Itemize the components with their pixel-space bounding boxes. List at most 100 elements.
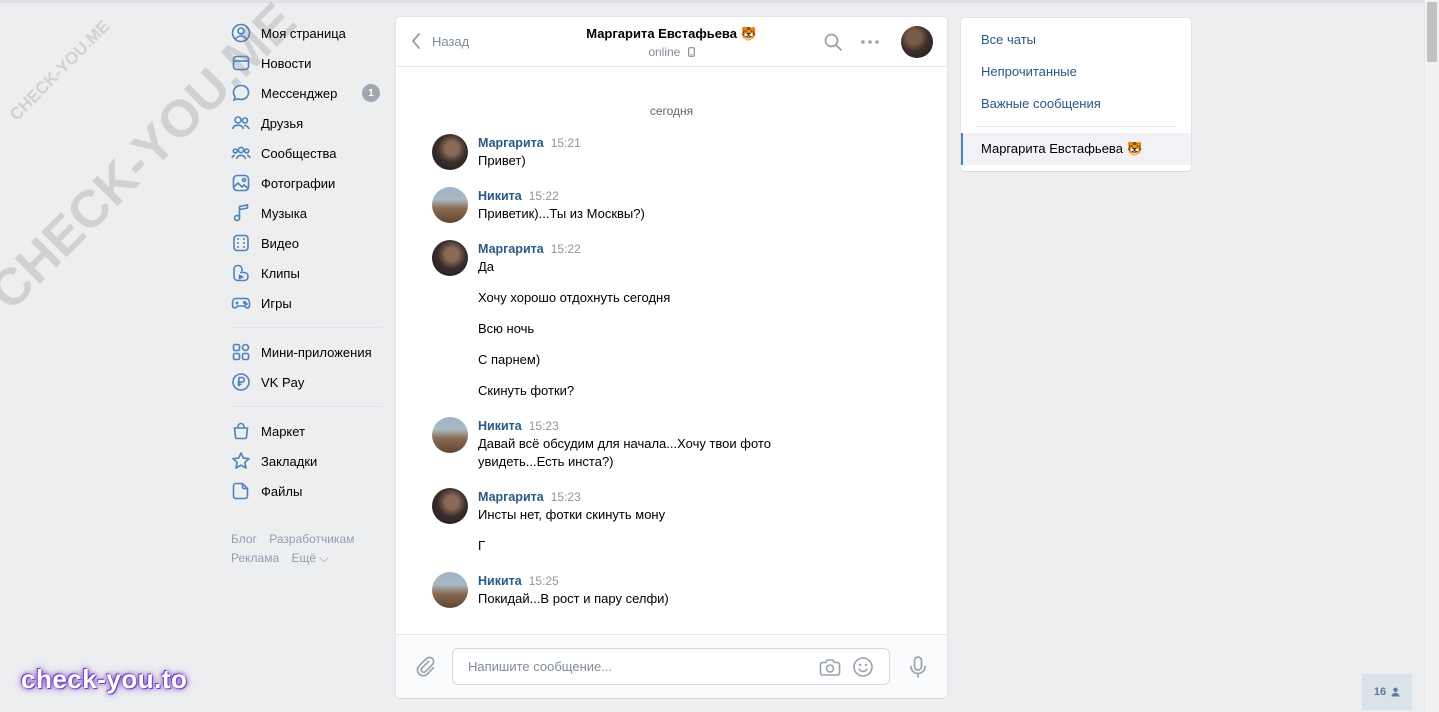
active-conversation-item[interactable]: Маргарита Евстафьева 🐯 bbox=[961, 133, 1191, 165]
chat-header: Назад Маргарита Евстафьева 🐯 online bbox=[396, 17, 947, 67]
more-dots-icon[interactable] bbox=[860, 32, 880, 52]
emoji-smile-icon[interactable] bbox=[852, 656, 874, 678]
camera-icon[interactable] bbox=[819, 657, 841, 677]
peer-status-text: online bbox=[648, 45, 681, 59]
nav-label: Клипы bbox=[261, 265, 300, 281]
footer-ads-link[interactable]: Реклама bbox=[231, 551, 279, 565]
online-counter-button[interactable]: 16 bbox=[1362, 674, 1412, 710]
avatar[interactable] bbox=[432, 187, 468, 223]
nav-my-page[interactable]: Моя страница bbox=[228, 18, 384, 48]
clips-icon bbox=[230, 262, 252, 284]
message-text: Да bbox=[478, 259, 495, 274]
shopping-bag-icon bbox=[230, 420, 252, 442]
nav-photos[interactable]: Фотографии bbox=[228, 168, 384, 198]
unread-badge: 1 bbox=[362, 84, 380, 102]
online-count: 16 bbox=[1373, 686, 1387, 698]
nav-clips[interactable]: Клипы bbox=[228, 258, 384, 288]
avatar[interactable] bbox=[432, 572, 468, 608]
message-text: Привет) bbox=[478, 153, 526, 168]
message-text: Хочу хорошо отдохнуть сегодня bbox=[478, 290, 671, 305]
message-author[interactable]: Маргарита bbox=[478, 242, 544, 256]
message-author[interactable]: Никита bbox=[478, 419, 522, 433]
left-navigation: Моя страница Новости Мессенджер 1 Друзья… bbox=[228, 18, 384, 568]
nav-music[interactable]: Музыка bbox=[228, 198, 384, 228]
message-input-box bbox=[452, 648, 890, 685]
nav-label: Мессенджер bbox=[261, 85, 338, 101]
message-time[interactable]: 15:22 bbox=[551, 242, 581, 256]
paperclip-icon[interactable] bbox=[415, 656, 437, 678]
message-history[interactable]: сегодня Маргарита 15:21 Привет) Никита 15:… bbox=[396, 68, 947, 634]
avatar[interactable] bbox=[432, 134, 468, 170]
nav-communities[interactable]: Сообщества bbox=[228, 138, 384, 168]
mobile-phone-icon bbox=[687, 47, 695, 57]
nav-vk-pay[interactable]: VK Pay bbox=[228, 367, 384, 397]
chat-panel: Назад Маргарита Евстафьева 🐯 online сего… bbox=[396, 17, 947, 698]
photo-icon bbox=[230, 172, 252, 194]
message-author[interactable]: Маргарита bbox=[478, 136, 544, 150]
nav-label: Мини-приложения bbox=[261, 344, 372, 360]
message-group: Никита 15:23 Давай всё обсудим для начала… bbox=[396, 417, 947, 471]
folder-separator bbox=[976, 126, 1176, 127]
brand-watermark: check-you.to bbox=[21, 664, 188, 694]
nav-label: Маркет bbox=[261, 423, 306, 439]
peer-avatar[interactable] bbox=[901, 26, 933, 58]
nav-label: Закладки bbox=[261, 453, 318, 469]
conversation-folders-panel: Все чаты Непрочитанные Важные сообщения … bbox=[961, 18, 1191, 171]
avatar[interactable] bbox=[432, 417, 468, 453]
nav-label: Видео bbox=[261, 235, 299, 251]
message-author[interactable]: Никита bbox=[478, 574, 522, 588]
message-group: Никита 15:25 Покидай...В рост и пару селф… bbox=[396, 572, 947, 608]
avatar[interactable] bbox=[432, 488, 468, 524]
message-text: Скинуть фотки? bbox=[478, 383, 575, 398]
nav-bookmarks[interactable]: Закладки bbox=[228, 446, 384, 476]
nav-market[interactable]: Маркет bbox=[228, 416, 384, 446]
folder-all-chats[interactable]: Все чаты bbox=[981, 32, 1036, 47]
nav-separator bbox=[232, 327, 382, 328]
nav-mini-apps[interactable]: Мини-приложения bbox=[228, 337, 384, 367]
message-text: Инсты нет, фотки скинуть мону bbox=[478, 507, 666, 522]
nav-files[interactable]: Файлы bbox=[228, 476, 384, 506]
nav-label: Друзья bbox=[261, 115, 304, 131]
nav-label: Фотографии bbox=[261, 175, 336, 191]
footer-blog-link[interactable]: Блог bbox=[231, 532, 257, 546]
avatar[interactable] bbox=[432, 240, 468, 276]
message-input[interactable] bbox=[466, 649, 806, 684]
apps-grid-icon bbox=[230, 341, 252, 363]
nav-label: Новости bbox=[261, 55, 312, 71]
microphone-icon[interactable] bbox=[907, 655, 929, 679]
nav-games[interactable]: Игры bbox=[228, 288, 384, 318]
nav-label: Моя страница bbox=[261, 25, 346, 41]
message-text: Приветик)...Ты из Москвы?) bbox=[478, 206, 645, 221]
video-icon bbox=[230, 232, 252, 254]
scrollbar-thumb[interactable] bbox=[1427, 2, 1437, 62]
gamepad-icon bbox=[230, 292, 252, 314]
day-separator: сегодня bbox=[649, 104, 694, 118]
message-text: Г bbox=[478, 538, 486, 553]
message-time[interactable]: 15:25 bbox=[529, 574, 559, 588]
folder-unread[interactable]: Непрочитанные bbox=[981, 64, 1077, 79]
person-icon bbox=[1391, 687, 1400, 697]
page-scrollbar[interactable] bbox=[1424, 0, 1439, 712]
message-time[interactable]: 15:22 bbox=[529, 189, 559, 203]
message-author[interactable]: Никита bbox=[478, 189, 522, 203]
nav-news[interactable]: Новости bbox=[228, 48, 384, 78]
footer-more-link[interactable]: Ещё ⌵ bbox=[291, 551, 328, 565]
nav-messenger[interactable]: Мессенджер 1 bbox=[228, 78, 384, 108]
watermark-small: CHECK-YOU.ME bbox=[5, 16, 114, 125]
nav-video[interactable]: Видео bbox=[228, 228, 384, 258]
footer-developers-link[interactable]: Разработчикам bbox=[269, 532, 354, 546]
vkpay-icon bbox=[230, 371, 252, 393]
nav-footer: Блог Разработчикам Реклама Ещё ⌵ bbox=[228, 530, 384, 568]
message-time[interactable]: 15:21 bbox=[551, 136, 581, 150]
message-time[interactable]: 15:23 bbox=[551, 490, 581, 504]
search-icon[interactable] bbox=[823, 32, 843, 52]
nav-label: Сообщества bbox=[261, 145, 337, 161]
folder-important[interactable]: Важные сообщения bbox=[981, 96, 1101, 111]
message-text: С парнем) bbox=[478, 352, 541, 367]
message-time[interactable]: 15:23 bbox=[529, 419, 559, 433]
message-text: Давай всё обсудим для начала...Хочу твои… bbox=[478, 436, 771, 469]
nav-friends[interactable]: Друзья bbox=[228, 108, 384, 138]
message-text: Всю ночь bbox=[478, 321, 535, 336]
message-author[interactable]: Маргарита bbox=[478, 490, 544, 504]
message-group: Никита 15:22 Приветик)...Ты из Москвы?) bbox=[396, 187, 947, 223]
